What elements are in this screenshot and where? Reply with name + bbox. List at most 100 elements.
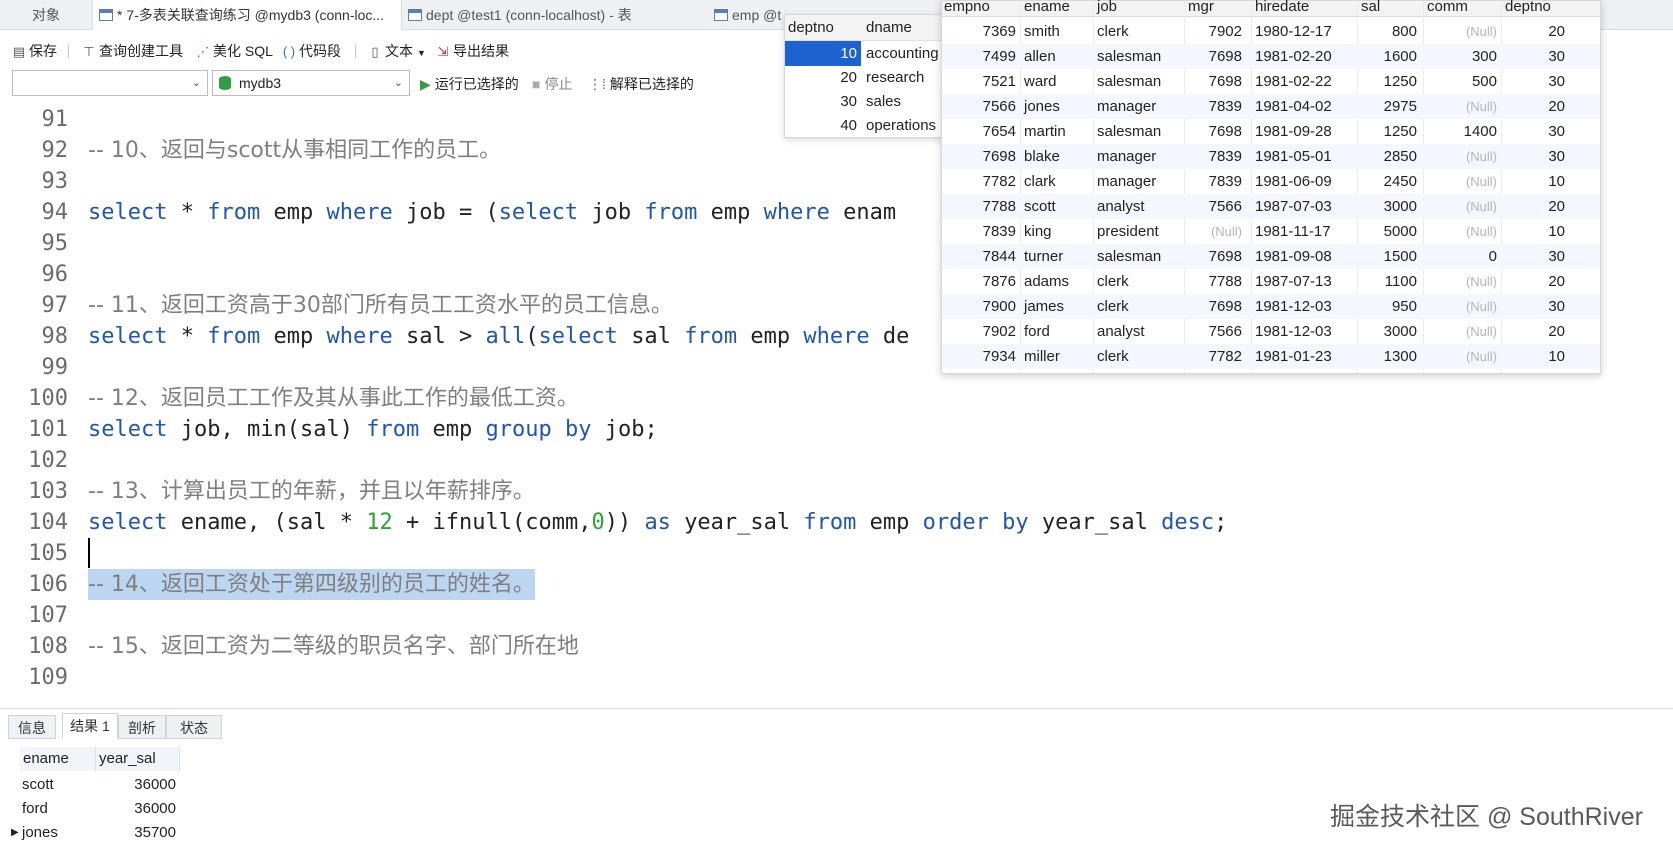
grid-cell-job[interactable]: manager (1095, 94, 1183, 119)
grid-cell-sal[interactable]: 1500 (1359, 244, 1421, 269)
tab-info[interactable]: 信息 (8, 715, 56, 739)
grid-cell-job[interactable]: clerk (1095, 344, 1183, 369)
grid-cell-job[interactable]: manager (1095, 144, 1183, 169)
grid-cell-ename[interactable]: smith (1022, 19, 1092, 44)
grid-cell-sal[interactable]: 1100 (1359, 269, 1421, 294)
column-header-sal[interactable]: sal (1361, 0, 1380, 16)
grid-cell-hiredate[interactable]: 1981-09-08 (1253, 244, 1353, 269)
grid-cell-job[interactable]: clerk (1095, 269, 1183, 294)
grid-cell-mgr[interactable]: 7566 (1186, 194, 1246, 219)
grid-cell-comm[interactable]: (Null) (1425, 219, 1501, 244)
grid-cell-deptno[interactable]: 30 (1503, 244, 1569, 269)
grid-cell-hiredate[interactable]: 1987-07-03 (1253, 194, 1353, 219)
grid-cell-mgr[interactable]: 7698 (1186, 119, 1246, 144)
grid-cell-comm[interactable]: 0 (1425, 244, 1501, 269)
text-button[interactable]: ▯ 文本 ▼ (368, 40, 426, 62)
grid-cell-mgr[interactable]: 7839 (1186, 169, 1246, 194)
grid-cell-sal[interactable]: 3000 (1359, 194, 1421, 219)
grid-cell-sal[interactable]: 2850 (1359, 144, 1421, 169)
grid-cell-deptno[interactable]: 30 (1503, 119, 1569, 144)
grid-cell-empno[interactable]: 7369 (942, 19, 1020, 44)
grid-cell-deptno[interactable]: 30 (1503, 144, 1569, 169)
grid-cell-deptno[interactable]: 10 (1503, 344, 1569, 369)
column-header-ename[interactable]: ename (20, 747, 96, 771)
grid-cell-job[interactable]: manager (1095, 169, 1183, 194)
grid-cell-deptno[interactable]: 30 (1503, 294, 1569, 319)
column-header-deptno[interactable]: deptno (1505, 0, 1551, 16)
grid-cell-sal[interactable]: 1250 (1359, 69, 1421, 94)
grid-cell-deptno[interactable]: 30 (1503, 44, 1569, 69)
grid-cell-comm[interactable]: (Null) (1425, 144, 1501, 169)
stop-button[interactable]: ■ 停止 (532, 73, 572, 95)
grid-cell-mgr[interactable]: 7839 (1186, 94, 1246, 119)
grid-cell-hiredate[interactable]: 1981-06-09 (1253, 169, 1353, 194)
tab-profile[interactable]: 剖析 (118, 715, 166, 739)
grid-cell-ename[interactable]: clark (1022, 169, 1092, 194)
grid-cell-hiredate[interactable]: 1981-02-20 (1253, 44, 1353, 69)
grid-cell-deptno[interactable]: 10 (1503, 219, 1569, 244)
grid-cell-empno[interactable]: 7844 (942, 244, 1020, 269)
grid-cell-job[interactable]: salesman (1095, 244, 1183, 269)
grid-cell-ename[interactable]: king (1022, 219, 1092, 244)
table-row[interactable]: 7902 ford analyst 7566 1981-12-03 3000 (Null) 2… (942, 319, 1600, 344)
grid-cell-mgr[interactable]: 7788 (1186, 269, 1246, 294)
table-row[interactable]: 7788 scott analyst 7566 1987-07-03 3000 (Null)… (942, 194, 1600, 219)
grid-cell-sal[interactable]: 1300 (1359, 344, 1421, 369)
grid-cell-comm[interactable]: 300 (1425, 44, 1501, 69)
grid-cell-mgr[interactable]: 7902 (1186, 19, 1246, 44)
beautify-sql-button[interactable]: ⋰ 美化 SQL (196, 40, 273, 62)
grid-cell-deptno[interactable]: 10 (785, 41, 861, 66)
column-header-mgr[interactable]: mgr (1188, 0, 1214, 16)
result-cell-year-sal[interactable]: 36000 (96, 772, 176, 797)
grid-cell-deptno[interactable]: 30 (785, 89, 861, 114)
table-row[interactable]: 7900 james clerk 7698 1981-12-03 950 (Null) 30 (942, 294, 1600, 319)
query-builder-button[interactable]: ⊤ 查询创建工具 (82, 40, 183, 62)
table-row[interactable]: 7844 turner salesman 7698 1981-09-08 1500 0 30 (942, 244, 1600, 269)
table-row[interactable]: 7369 smith clerk 7902 1980-12-17 800 (Null) 20 (942, 19, 1600, 44)
grid-cell-job[interactable]: president (1095, 219, 1183, 244)
grid-cell-ename[interactable]: ford (1022, 319, 1092, 344)
grid-cell-deptno[interactable]: 20 (785, 65, 861, 90)
grid-cell-comm[interactable]: (Null) (1425, 94, 1501, 119)
grid-cell-job[interactable]: analyst (1095, 194, 1183, 219)
grid-cell-mgr[interactable]: 7698 (1186, 69, 1246, 94)
table-row[interactable]: 7521 ward salesman 7698 1981-02-22 1250 500 30 (942, 69, 1600, 94)
grid-cell-hiredate[interactable]: 1981-09-28 (1253, 119, 1353, 144)
database-select[interactable]: mydb3 ⌄ (212, 70, 410, 96)
result-cell-year-sal[interactable]: 36000 (96, 796, 176, 821)
grid-cell-job[interactable]: clerk (1095, 19, 1183, 44)
grid-cell-comm[interactable]: (Null) (1425, 344, 1501, 369)
tab-status[interactable]: 状态 (166, 715, 222, 739)
grid-cell-sal[interactable]: 1250 (1359, 119, 1421, 144)
code-snippet-button[interactable]: ( ) 代码段 (282, 40, 341, 62)
grid-cell-empno[interactable]: 7902 (942, 319, 1020, 344)
grid-cell-ename[interactable]: martin (1022, 119, 1092, 144)
connection-select[interactable]: ⌄ (12, 70, 208, 96)
grid-cell-hiredate[interactable]: 1981-01-23 (1253, 344, 1353, 369)
grid-cell-hiredate[interactable]: 1981-04-02 (1253, 94, 1353, 119)
grid-cell-hiredate[interactable]: 1981-11-17 (1253, 219, 1353, 244)
export-result-button[interactable]: ⇲ 导出结果 (436, 40, 509, 62)
grid-cell-empno[interactable]: 7566 (942, 94, 1020, 119)
grid-cell-empno[interactable]: 7521 (942, 69, 1020, 94)
grid-cell-sal[interactable]: 800 (1359, 19, 1421, 44)
grid-cell-comm[interactable]: (Null) (1425, 269, 1501, 294)
grid-cell-empno[interactable]: 7876 (942, 269, 1020, 294)
grid-cell-deptno[interactable]: 20 (1503, 319, 1569, 344)
result-cell-ename[interactable]: scott (22, 772, 54, 797)
column-header-year-sal[interactable]: year_sal (96, 747, 180, 771)
grid-cell-empno[interactable]: 7654 (942, 119, 1020, 144)
grid-cell-deptno[interactable]: 40 (785, 113, 861, 138)
grid-cell-mgr[interactable]: 7698 (1186, 244, 1246, 269)
grid-cell-hiredate[interactable]: 1981-12-03 (1253, 319, 1353, 344)
grid-cell-ename[interactable]: scott (1022, 194, 1092, 219)
grid-cell-dname[interactable]: research (866, 65, 924, 90)
grid-cell-empno[interactable]: 7788 (942, 194, 1020, 219)
grid-cell-ename[interactable]: blake (1022, 144, 1092, 169)
table-row[interactable]: 7934 miller clerk 7782 1981-01-23 1300 (Null) 1… (942, 344, 1600, 369)
grid-cell-mgr[interactable]: (Null) (1186, 219, 1246, 244)
result-cell-year-sal[interactable]: 35700 (96, 820, 176, 845)
grid-cell-deptno[interactable]: 10 (1503, 169, 1569, 194)
grid-cell-comm[interactable]: (Null) (1425, 169, 1501, 194)
column-header-job[interactable]: job (1097, 0, 1117, 16)
